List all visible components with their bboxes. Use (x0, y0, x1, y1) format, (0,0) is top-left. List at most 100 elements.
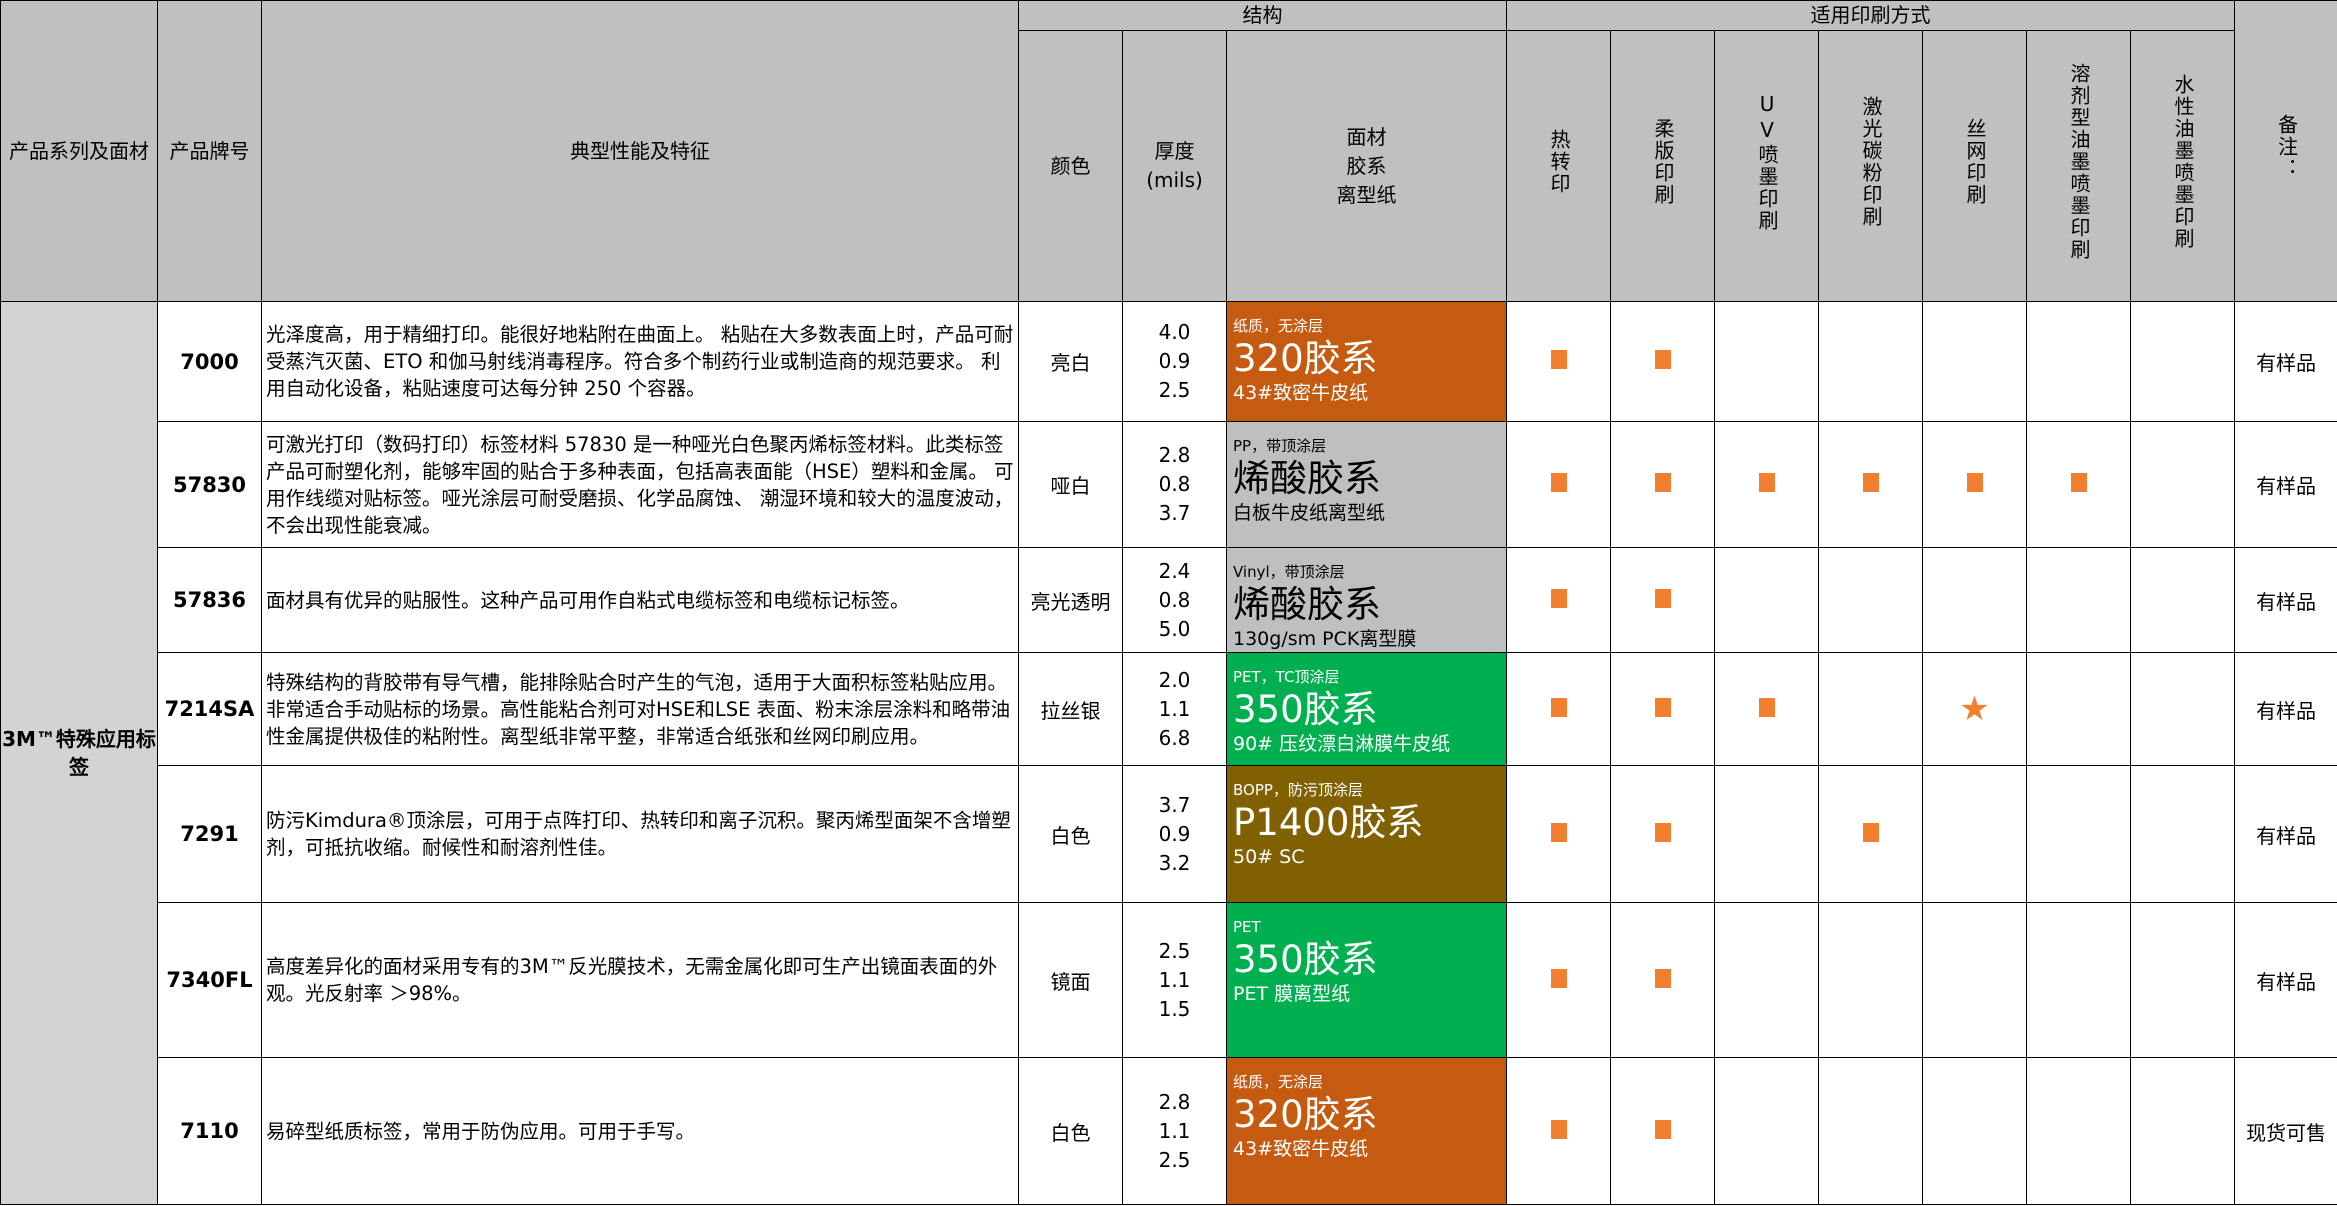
liner: 50# SC (1233, 846, 1305, 868)
color-value: 白色 (1018, 765, 1123, 903)
note-value: 有样品 (2234, 301, 2337, 422)
suitable-mark (1550, 822, 1567, 842)
thickness-adhesive: 0.8 (1158, 472, 1191, 496)
print-flexo-cell (1610, 902, 1716, 1058)
color-value: 亮光透明 (1018, 547, 1123, 653)
header-material: 面材 胶系 离型纸 (1225, 30, 1508, 302)
header-uv: UV喷墨印刷 (1714, 30, 1820, 302)
print-screen-cell (1922, 902, 2028, 1058)
print-water-cell (2130, 1057, 2236, 1205)
print-solvent-cell (2026, 652, 2132, 766)
description: 易碎型纸质标签，常用于防伪应用。可用于手写。 (261, 1057, 1019, 1205)
print-laser-cell (1818, 765, 1924, 903)
print-screen-cell (1922, 421, 2028, 548)
print-screen-cell (1922, 547, 2028, 653)
print-thermal-cell (1506, 421, 1612, 548)
print-flexo-cell (1610, 421, 1716, 548)
structure-cell: BOPP，防污顶涂层 P1400胶系 50# SC (1225, 765, 1508, 903)
color-value: 哑白 (1018, 421, 1123, 548)
header-thickness: 厚度 (mils) (1122, 30, 1227, 302)
print-laser-cell (1818, 1057, 1924, 1205)
table-row: 57836 面材具有优异的贴服性。这种产品可用作自粘式电缆标签和电缆标记标签。 亮光… (1, 547, 2337, 653)
note-value: 有样品 (2234, 902, 2337, 1058)
header-thermal: 热转印 (1506, 30, 1612, 302)
suitable-mark (1654, 697, 1671, 717)
suitable-mark (1862, 822, 1879, 842)
thickness-values: 3.7 0.9 3.2 (1122, 765, 1227, 903)
suitable-mark (1550, 350, 1567, 369)
color-value: 白色 (1018, 1057, 1123, 1205)
suitable-mark (2070, 473, 2087, 492)
face-material: PET (1233, 918, 1261, 936)
print-flexo-cell (1610, 652, 1716, 766)
print-screen-cell: ★ (1922, 652, 2028, 766)
print-thermal-cell (1506, 765, 1612, 903)
liner: 43#致密牛皮纸 (1233, 1138, 1369, 1160)
thickness-values: 2.8 0.8 3.7 (1122, 421, 1227, 548)
print-laser-cell (1818, 547, 1924, 653)
suitable-mark (1654, 588, 1671, 608)
part-number: 7214SA (157, 652, 262, 766)
color-value: 拉丝银 (1018, 652, 1123, 766)
print-solvent-cell (2026, 301, 2132, 422)
note-value: 有样品 (2234, 652, 2337, 766)
face-material: Vinyl，带顶涂层 (1233, 563, 1345, 581)
structure-cell: PP，带顶涂层 烯酸胶系 白板牛皮纸离型纸 (1225, 421, 1508, 548)
table-row: 7214SA 特殊结构的背胶带有导气槽，能排除贴合时产生的气泡，适用于大面积标签粘… (1, 652, 2337, 766)
suitable-mark (1654, 350, 1671, 369)
thickness-adhesive: 0.9 (1158, 821, 1191, 846)
print-uv-cell (1714, 1057, 1820, 1205)
print-thermal-cell (1506, 301, 1612, 422)
suitable-mark (1654, 968, 1671, 988)
print-thermal-cell (1506, 652, 1612, 766)
thickness-liner: 2.5 (1158, 1147, 1191, 1172)
print-water-cell (2130, 547, 2236, 653)
part-number: 57836 (157, 547, 262, 653)
print-thermal-cell (1506, 547, 1612, 653)
thickness-adhesive: 0.8 (1158, 587, 1191, 612)
part-number: 7291 (157, 765, 262, 903)
thickness-liner: 5.0 (1158, 616, 1191, 641)
print-flexo-cell (1610, 547, 1716, 653)
thickness-adhesive: 1.1 (1158, 967, 1191, 992)
header-description: 典型性能及特征 (261, 0, 1019, 302)
thickness-values: 2.0 1.1 6.8 (1122, 652, 1227, 766)
part-number: 7110 (157, 1057, 262, 1205)
description: 可激光打印（数码打印）标签材料 57830 是一种哑光白色聚丙烯标签材料。此类标… (261, 421, 1019, 548)
header-print-group: 适用印刷方式 (1506, 0, 2236, 31)
thickness-adhesive: 0.9 (1158, 349, 1191, 373)
thickness-liner: 3.7 (1158, 501, 1191, 525)
print-screen-cell (1922, 1057, 2028, 1205)
print-laser-cell (1818, 652, 1924, 766)
thickness-face: 2.8 (1158, 1089, 1191, 1114)
header-solvent: 溶剂型油墨喷墨印刷 (2026, 30, 2132, 302)
suitable-mark (1862, 473, 1879, 492)
header-part-number: 产品牌号 (157, 0, 262, 302)
adhesive-system: 320胶系 (1233, 1093, 1378, 1136)
thickness-values: 2.8 1.1 2.5 (1122, 1057, 1227, 1205)
liner: 白板牛皮纸离型纸 (1233, 502, 1386, 524)
table-row: 7340FL 高度差异化的面材采用专有的3M™反光膜技术，无需金属化即可生产出镜面… (1, 902, 2337, 1058)
thickness-values: 4.0 0.9 2.5 (1122, 301, 1227, 422)
thickness-face: 2.0 (1158, 667, 1191, 692)
print-solvent-cell (2026, 547, 2132, 653)
series-name: 3M™特殊应用标签 (0, 301, 158, 1205)
thickness-liner: 6.8 (1158, 725, 1191, 750)
header-series: 产品系列及面材 (0, 0, 158, 302)
table-row: 57830 可激光打印（数码打印）标签材料 57830 是一种哑光白色聚丙烯标签材… (1, 421, 2337, 548)
description: 光泽度高，用于精细打印。能很好地粘附在曲面上。 粘贴在大多数表面上时，产品可耐受… (261, 301, 1019, 422)
table-row: 7291 防污Kimdura®顶涂层，可用于点阵打印、热转印和离子沉积。聚丙烯型面… (1, 765, 2337, 903)
thickness-values: 2.5 1.1 1.5 (1122, 902, 1227, 1058)
thickness-liner: 1.5 (1158, 996, 1191, 1021)
print-uv-cell (1714, 652, 1820, 766)
liner: 90# 压纹漂白淋膜牛皮纸 (1233, 733, 1451, 755)
face-material: 纸质，无涂层 (1233, 1073, 1324, 1091)
header-flexo: 柔版印刷 (1610, 30, 1716, 302)
print-laser-cell (1818, 902, 1924, 1058)
note-value: 有样品 (2234, 421, 2337, 548)
adhesive-system: 烯酸胶系 (1233, 457, 1381, 500)
suitable-mark (1550, 588, 1567, 608)
suitable-mark (1966, 473, 1983, 492)
print-uv-cell (1714, 301, 1820, 422)
print-flexo-cell (1610, 765, 1716, 903)
